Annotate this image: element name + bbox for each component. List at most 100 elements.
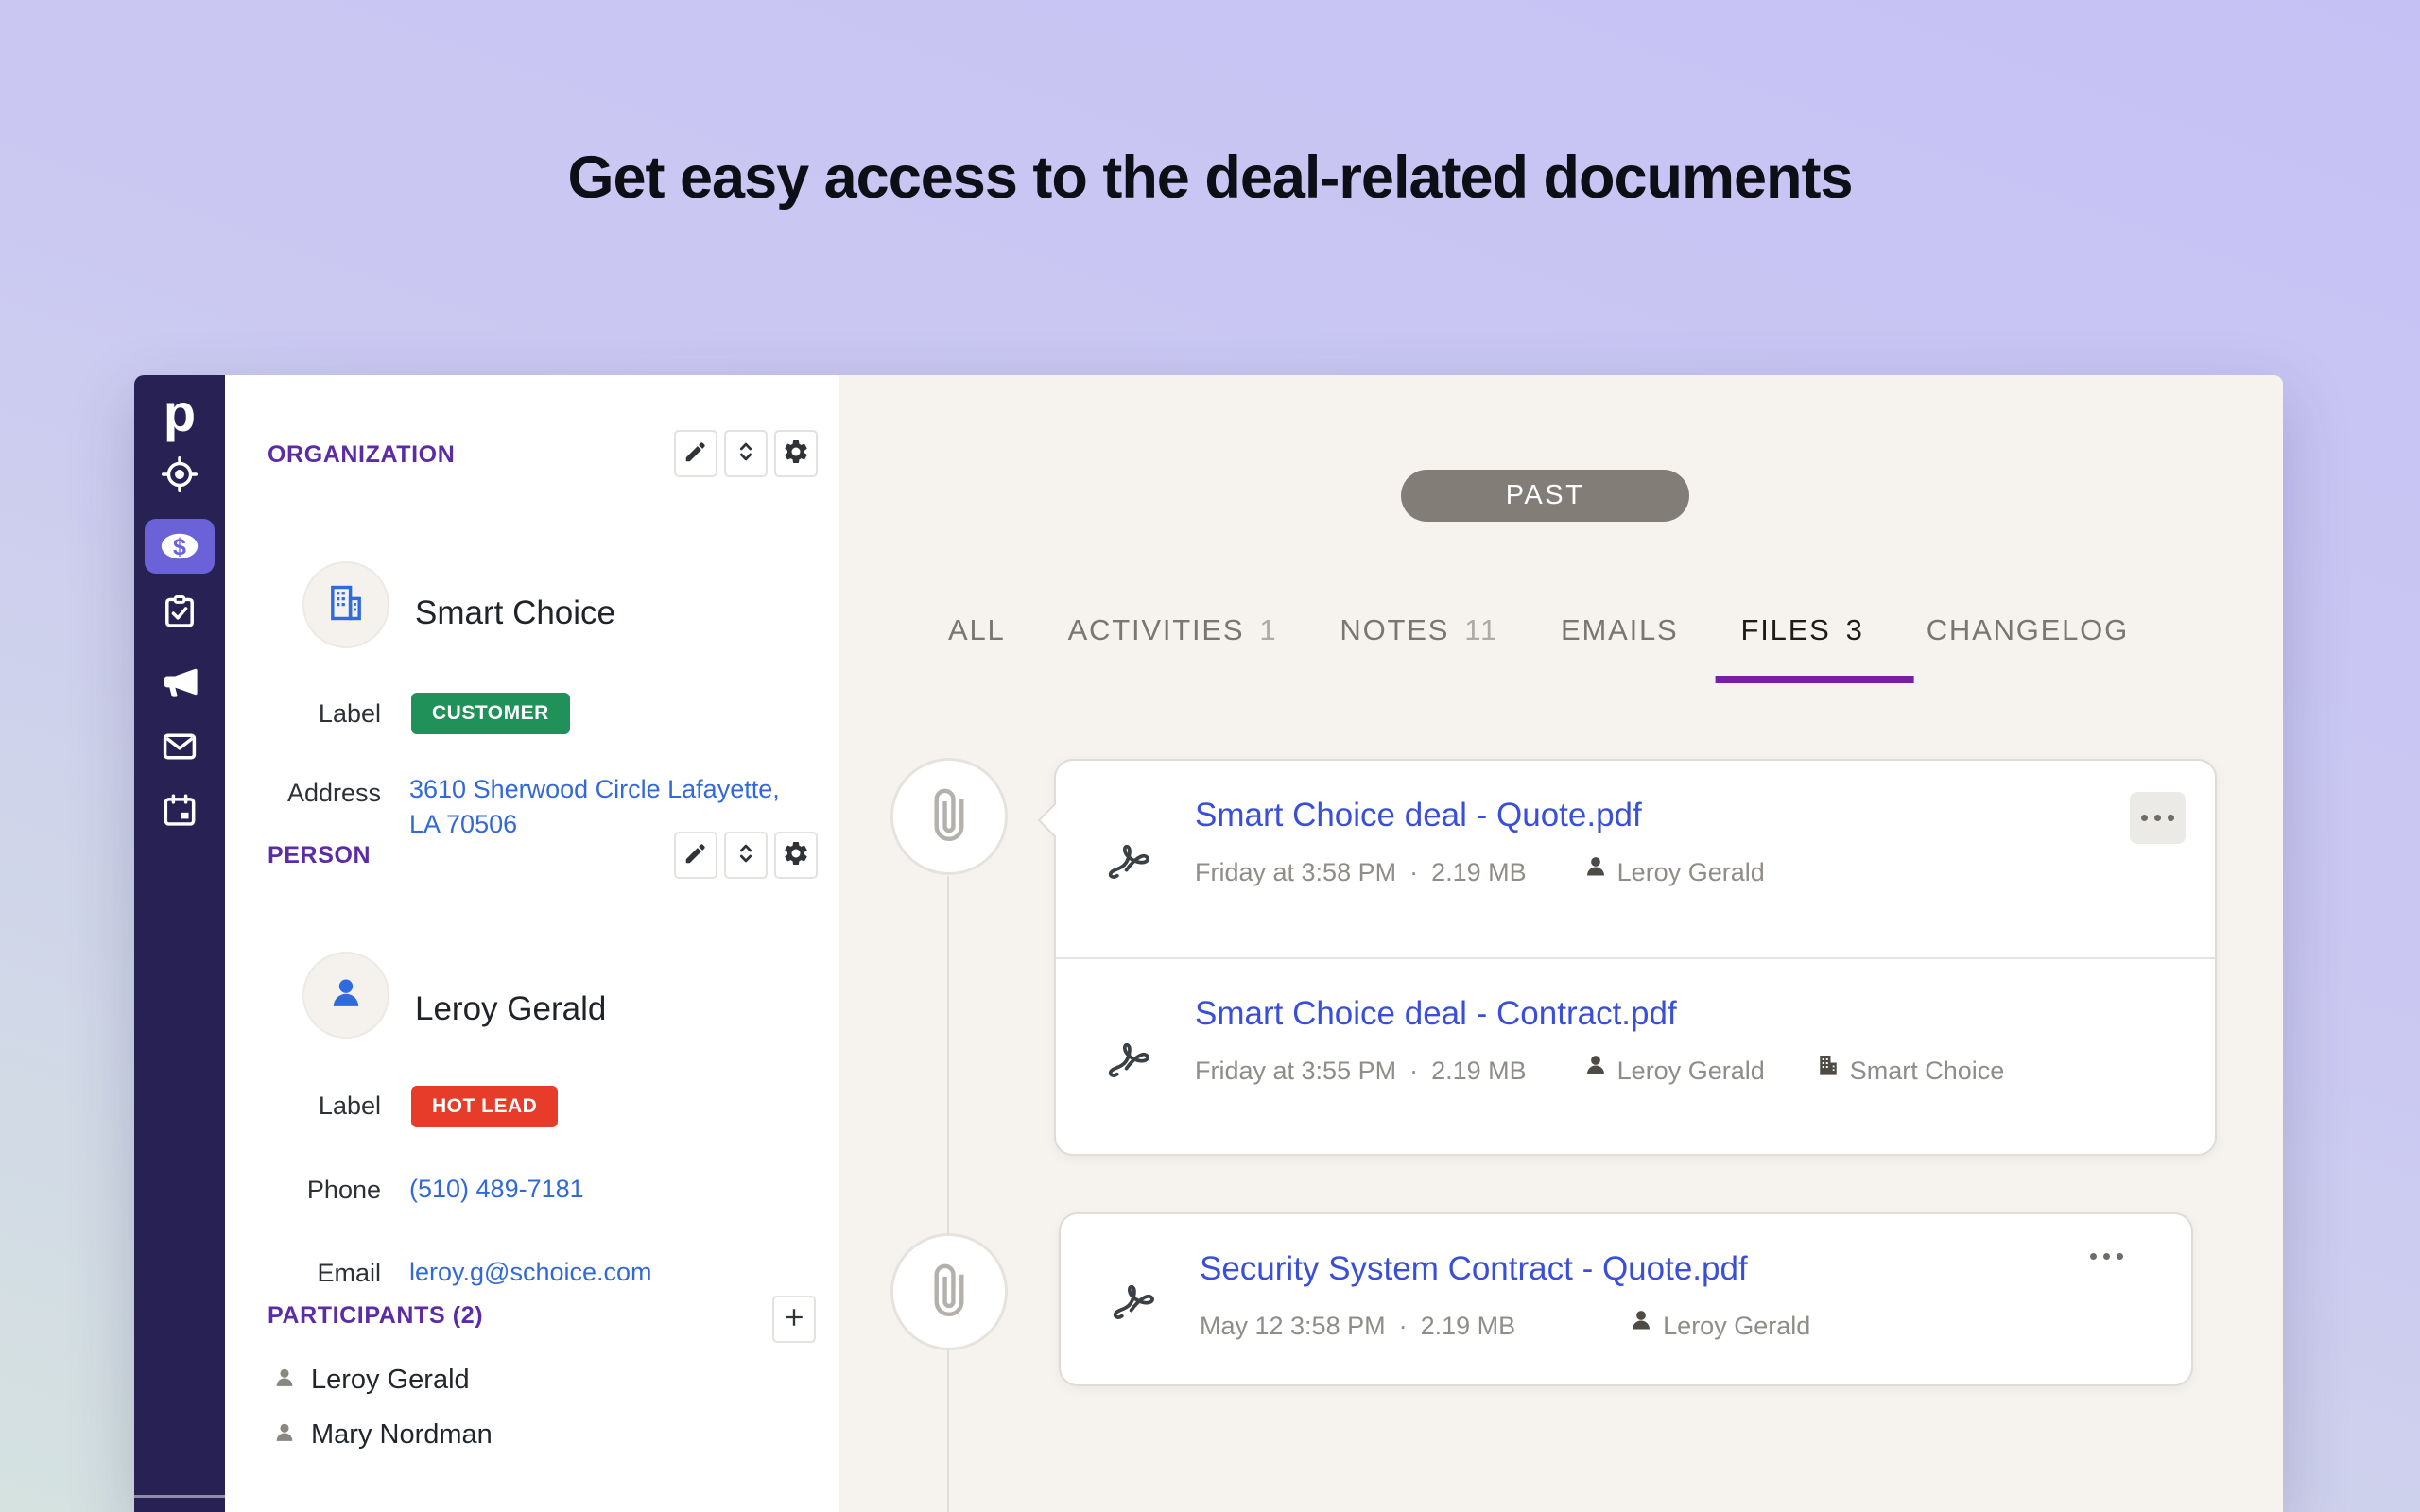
tab-notes[interactable]: NOTES11 (1340, 613, 1498, 683)
sidebar-item-deals[interactable]: $ (145, 519, 215, 574)
org-address-field: Address (225, 779, 381, 808)
person-avatar (302, 952, 389, 1039)
file-row: Smart Choice deal - Contract.pdf Friday … (1056, 957, 2215, 1156)
timeline-line (947, 876, 949, 1512)
settings-button[interactable] (774, 430, 818, 477)
pipedrive-logo: p (134, 383, 225, 443)
pdf-file-icon (1101, 829, 1154, 886)
tab-count: 11 (1464, 613, 1498, 646)
paperclip-icon (920, 785, 978, 849)
activities-checklist-icon (159, 592, 200, 633)
tab-files[interactable]: FILES3 (1741, 613, 1864, 683)
past-timeline-badge: PAST (1401, 470, 1689, 522)
collapse-expand-button[interactable] (724, 430, 768, 477)
pipedrive-app-window: p $ (134, 375, 2283, 1512)
file-owner-name: Leroy Gerald (1617, 851, 1765, 893)
file-owner[interactable]: Leroy Gerald (1582, 851, 1765, 893)
collapse-expand-button[interactable] (724, 832, 768, 879)
sidebar-item-campaigns[interactable] (145, 655, 215, 710)
organization-name[interactable]: Smart Choice (415, 594, 615, 632)
file-link[interactable]: Smart Choice deal - Quote.pdf (1195, 797, 1642, 834)
building-icon (1814, 1050, 1842, 1091)
detail-panel: ORGANIZATION (225, 375, 839, 1512)
file-row: Smart Choice deal - Quote.pdf Friday at … (1056, 761, 2215, 957)
deal-timeline-area: PAST ALL ACTIVITIES1 NOTES11 EMAILS FILE… (839, 375, 2283, 1512)
sidebar-item-calendar[interactable] (145, 783, 215, 838)
gear-icon (782, 438, 810, 471)
paperclip-icon (920, 1261, 978, 1324)
organization-avatar (302, 561, 389, 648)
pencil-icon (683, 840, 709, 871)
participant-name[interactable]: Mary Nordman (311, 1419, 493, 1451)
meta-separator: · (1409, 1050, 1418, 1091)
participant-list-item[interactable]: Leroy Gerald (271, 1365, 470, 1396)
person-phone-field: Phone (225, 1176, 381, 1205)
file-row: Security System Contract - Quote.pdf May… (1061, 1214, 2191, 1384)
file-size: 2.19 MB (1431, 1050, 1527, 1091)
gear-icon (782, 839, 810, 872)
timeline-file-marker (890, 758, 1008, 875)
file-time: Friday at 3:58 PM (1195, 851, 1396, 893)
plus-icon (781, 1304, 807, 1335)
calendar-icon (159, 790, 200, 832)
slide-headline: Get easy access to the deal-related docu… (0, 144, 2420, 212)
file-size: 2.19 MB (1421, 1305, 1516, 1347)
file-organization[interactable]: Smart Choice (1814, 1050, 2005, 1091)
customer-badge: CUSTOMER (411, 693, 570, 734)
app-sidebar: p $ (134, 375, 225, 1512)
settings-button[interactable] (774, 832, 818, 879)
sidebar-item-activities[interactable] (145, 585, 215, 640)
file-meta: Friday at 3:55 PM · 2.19 MB Leroy Gerald (1195, 1050, 2004, 1091)
edit-button[interactable] (674, 430, 717, 477)
person-icon (1627, 1305, 1655, 1347)
file-meta: Friday at 3:58 PM · 2.19 MB Leroy Gerald (1195, 851, 1765, 893)
svg-text:$: $ (173, 534, 186, 560)
file-group-card: Security System Contract - Quote.pdf May… (1059, 1212, 2193, 1386)
meta-separator: · (1399, 1305, 1408, 1347)
person-icon (271, 1365, 298, 1396)
file-owner-name: Leroy Gerald (1617, 1050, 1765, 1091)
file-organization-name: Smart Choice (1850, 1050, 2005, 1091)
tab-changelog[interactable]: CHANGELOG (1927, 613, 2129, 683)
more-options-icon (2090, 1253, 2097, 1260)
tab-activities[interactable]: ACTIVITIES1 (1068, 613, 1278, 683)
file-link[interactable]: Security System Contract - Quote.pdf (1200, 1250, 1748, 1288)
person-phone-link[interactable]: (510) 489-7181 (409, 1172, 584, 1207)
pdf-file-icon (1106, 1269, 1159, 1327)
tab-emails[interactable]: EMAILS (1561, 613, 1679, 683)
tab-count: 1 (1259, 613, 1277, 646)
file-link[interactable]: Smart Choice deal - Contract.pdf (1195, 995, 1677, 1033)
building-icon (324, 581, 368, 629)
participant-name[interactable]: Leroy Gerald (311, 1365, 470, 1396)
file-owner-name: Leroy Gerald (1663, 1305, 1810, 1347)
sidebar-item-leads[interactable] (145, 447, 215, 502)
hot-lead-badge: HOT LEAD (411, 1086, 558, 1127)
file-time: Friday at 3:55 PM (1195, 1050, 1396, 1091)
more-options-button[interactable] (2130, 792, 2186, 844)
more-options-button[interactable] (2079, 1237, 2135, 1275)
tab-count: 3 (1846, 613, 1864, 646)
person-actions (674, 832, 818, 879)
person-icon (1582, 1050, 1610, 1091)
file-owner[interactable]: Leroy Gerald (1627, 1305, 1810, 1347)
file-size: 2.19 MB (1431, 851, 1527, 893)
participants-section-header: PARTICIPANTS (2) (268, 1302, 483, 1330)
timeline-tabs: ALL ACTIVITIES1 NOTES11 EMAILS FILES3 CH… (948, 613, 2129, 683)
organization-actions (674, 430, 818, 477)
person-icon (271, 1419, 298, 1451)
person-section-header: PERSON (268, 842, 371, 869)
file-owner[interactable]: Leroy Gerald (1582, 1050, 1765, 1091)
person-name[interactable]: Leroy Gerald (415, 990, 606, 1028)
person-email-field: Email (225, 1259, 381, 1288)
marketing-slide: Get easy access to the deal-related docu… (0, 0, 2420, 1512)
person-email-link[interactable]: leroy.g@schoice.com (409, 1255, 652, 1290)
file-meta: May 12 3:58 PM · 2.19 MB Leroy Gerald (1200, 1305, 1810, 1347)
edit-button[interactable] (674, 832, 717, 879)
add-participant-button[interactable] (772, 1296, 816, 1343)
tab-all[interactable]: ALL (948, 613, 1006, 683)
org-label-field: Label (225, 699, 381, 729)
sidebar-item-mail[interactable] (145, 719, 215, 774)
leads-target-icon (159, 454, 200, 495)
timeline-file-marker (890, 1233, 1008, 1350)
participant-list-item[interactable]: Mary Nordman (271, 1419, 493, 1451)
